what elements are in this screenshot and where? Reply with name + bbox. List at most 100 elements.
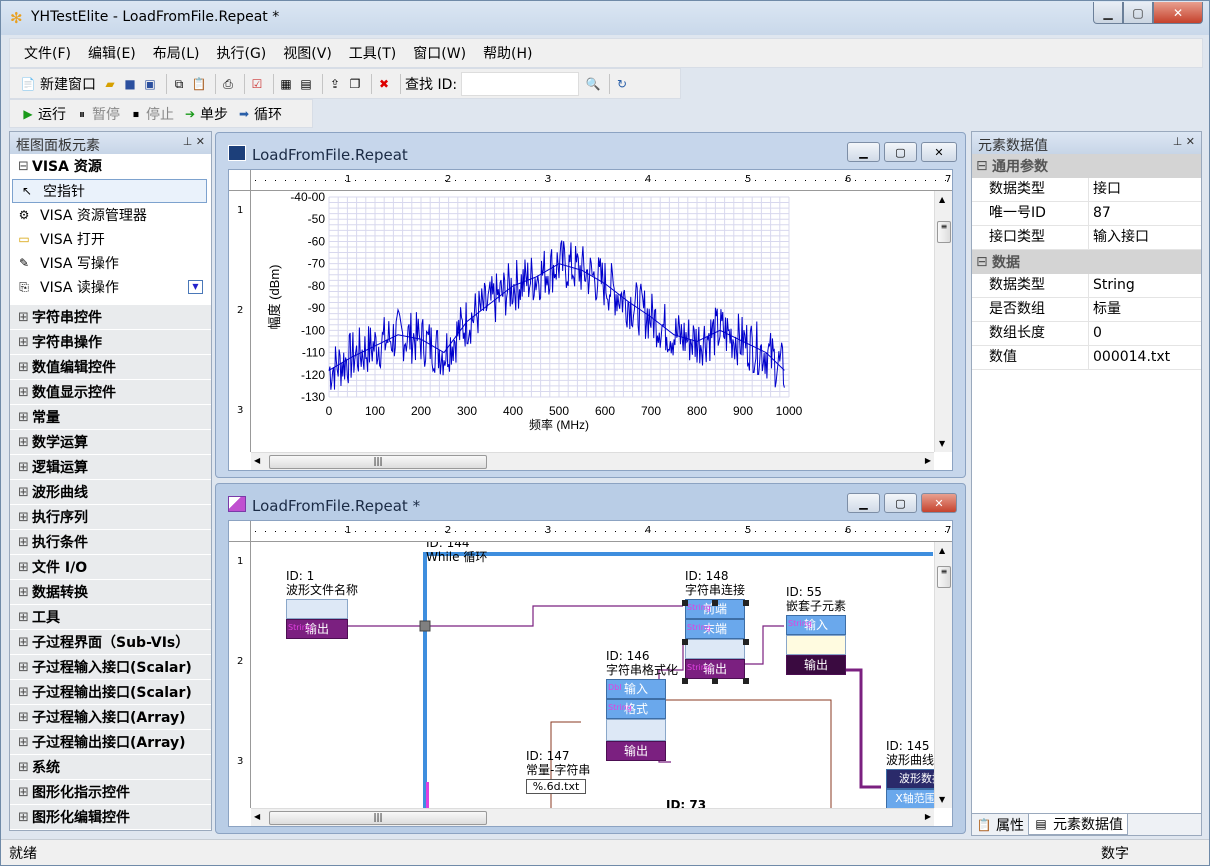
visa-item-write[interactable]: ✎ VISA 写操作 bbox=[10, 251, 211, 275]
expand-icon[interactable]: ⊞ bbox=[18, 310, 32, 325]
category-item[interactable]: ⊞ 图形化编辑控件 bbox=[10, 805, 211, 830]
scroll-thumb[interactable]: ||| bbox=[269, 455, 487, 469]
category-visa[interactable]: ⊟ VISA 资源 bbox=[10, 154, 211, 179]
run-button[interactable]: 运行 bbox=[38, 104, 66, 124]
stop-button[interactable]: 停止 bbox=[146, 104, 174, 124]
end-port[interactable]: String 末端 bbox=[685, 619, 745, 639]
category-item[interactable]: ⊞ 数据转换 bbox=[10, 580, 211, 605]
output-port[interactable]: String 输出 bbox=[685, 659, 745, 679]
property-section[interactable]: ⊟ 数据 bbox=[972, 250, 1201, 274]
expand-icon[interactable]: ⊞ bbox=[18, 560, 32, 575]
expand-icon[interactable]: ⊞ bbox=[18, 735, 32, 750]
input-port[interactable]: String 输入 bbox=[786, 615, 846, 635]
category-item[interactable]: ⊞ 子过程输入接口(Array) bbox=[10, 705, 211, 730]
property-value[interactable]: String bbox=[1089, 274, 1201, 297]
horizontal-scrollbar[interactable]: ◀ ||| ▶ bbox=[251, 452, 934, 470]
run-icon[interactable]: ▶ bbox=[20, 106, 36, 122]
property-value[interactable]: 000014.txt bbox=[1089, 346, 1201, 369]
scroll-thumb[interactable]: ≡ bbox=[937, 221, 951, 243]
property-row[interactable]: 是否数组 标量 bbox=[972, 298, 1201, 322]
expand-icon[interactable]: ⊞ bbox=[18, 710, 32, 725]
property-row[interactable]: 唯一号ID 87 bbox=[972, 202, 1201, 226]
visa-item-open[interactable]: ▭ VISA 打开 bbox=[10, 227, 211, 251]
grid-icon[interactable]: ▦ bbox=[278, 76, 294, 92]
scroll-down-icon[interactable]: ▼ bbox=[939, 795, 945, 804]
maximize-button[interactable]: ▢ bbox=[884, 493, 917, 513]
front-port[interactable]: String 前端 bbox=[685, 599, 745, 619]
menu-file[interactable]: 文件(F) bbox=[24, 43, 71, 63]
expand-icon[interactable]: ⊞ bbox=[18, 610, 32, 625]
horizontal-scrollbar[interactable]: ◀ ||| ▶ bbox=[251, 808, 934, 826]
collapse-icon[interactable]: ⊟ bbox=[18, 159, 32, 174]
expand-icon[interactable]: ⊞ bbox=[18, 335, 32, 350]
property-row[interactable]: 接口类型 输入接口 bbox=[972, 226, 1201, 250]
menu-view[interactable]: 视图(V) bbox=[283, 43, 332, 63]
property-row[interactable]: 数据类型 接口 bbox=[972, 178, 1201, 202]
node-nested-child[interactable]: ID: 55 嵌套子元素 String 输入 输出 bbox=[786, 585, 846, 675]
expand-icon[interactable]: ⊞ bbox=[18, 360, 32, 375]
vertical-scrollbar[interactable]: ▲ ≡ ▼ bbox=[934, 542, 952, 808]
new-document-icon[interactable]: 📄 bbox=[20, 76, 36, 92]
category-item[interactable]: ⊞ 逻辑运算 bbox=[10, 455, 211, 480]
copy-icon[interactable]: ⧉ bbox=[171, 76, 187, 92]
scroll-up-icon[interactable]: ▲ bbox=[939, 195, 945, 204]
vertical-scrollbar[interactable]: ▲ ≡ ▼ bbox=[934, 191, 952, 452]
scroll-thumb[interactable]: ||| bbox=[269, 811, 487, 825]
output-port[interactable]: String 输出 bbox=[286, 619, 348, 639]
expand-icon[interactable]: ⊞ bbox=[18, 585, 32, 600]
expand-icon[interactable]: ⊞ bbox=[18, 535, 32, 550]
checklist-icon[interactable]: ☑ bbox=[249, 76, 265, 92]
category-item[interactable]: ⊞ 执行序列 bbox=[10, 505, 211, 530]
save-icon[interactable]: ■ bbox=[122, 76, 138, 92]
category-item[interactable]: ⊞ 字符串操作 bbox=[10, 330, 211, 355]
collapse-icon[interactable]: ⊟ bbox=[976, 158, 992, 174]
visa-item-read[interactable]: ⎘ VISA 读操作 ▼ bbox=[10, 275, 211, 299]
expand-icon[interactable]: ⊞ bbox=[18, 385, 32, 400]
format-port[interactable]: String 格式 bbox=[606, 699, 666, 719]
expand-icon[interactable]: ⊞ bbox=[18, 410, 32, 425]
maximize-button[interactable]: ▢ bbox=[884, 142, 917, 162]
tab-properties[interactable]: 📋 属性 bbox=[972, 814, 1028, 835]
minimize-button[interactable]: ▁ bbox=[847, 493, 880, 513]
find-id-input[interactable] bbox=[461, 71, 580, 96]
waveform-data-port[interactable]: 波形数据 bbox=[886, 769, 934, 789]
category-item[interactable]: ⊞ 数值编辑控件 bbox=[10, 355, 211, 380]
property-value[interactable]: 接口 bbox=[1089, 178, 1201, 201]
category-item[interactable]: ⊞ 子过程输出接口(Array) bbox=[10, 730, 211, 755]
menu-edit[interactable]: 编辑(E) bbox=[88, 43, 136, 63]
node-string-concat[interactable]: ID: 148 字符串连接 String 前端 String 末端 String 输出 bbox=[685, 569, 745, 679]
loop-button[interactable]: 循环 bbox=[254, 104, 282, 124]
collapse-icon[interactable]: ⊟ bbox=[976, 254, 992, 270]
paste-icon[interactable]: 📋 bbox=[191, 76, 207, 92]
expand-icon[interactable]: ⊞ bbox=[18, 485, 32, 500]
category-item[interactable]: ⊞ 波形曲线 bbox=[10, 480, 211, 505]
category-item[interactable]: ⊞ 子过程输入接口(Scalar) bbox=[10, 655, 211, 680]
print-icon[interactable]: ⎙ bbox=[220, 76, 236, 92]
category-item[interactable]: ⊞ 数值显示控件 bbox=[10, 380, 211, 405]
minimize-button[interactable]: ▁ bbox=[847, 142, 880, 162]
category-item[interactable]: ⊞ 数学运算 bbox=[10, 430, 211, 455]
close-button[interactable]: ✕ bbox=[921, 142, 957, 162]
pin-icon[interactable]: ⊥ ✕ bbox=[1173, 135, 1195, 148]
loop-icon[interactable]: ➡ bbox=[236, 106, 252, 122]
scroll-right-icon[interactable]: ▶ bbox=[925, 812, 931, 821]
close-button[interactable]: ✕ bbox=[921, 493, 957, 513]
minimize-button[interactable]: ▁ bbox=[1093, 2, 1123, 24]
expand-icon[interactable]: ⊞ bbox=[18, 685, 32, 700]
scroll-down-icon[interactable]: ▼ bbox=[188, 280, 203, 294]
category-item[interactable]: ⊞ 常量 bbox=[10, 405, 211, 430]
category-item[interactable]: ⊞ 子过程界面（Sub-VIs） bbox=[10, 630, 211, 655]
category-item[interactable]: ⊞ 子过程输出接口(Scalar) bbox=[10, 680, 211, 705]
save-all-icon[interactable]: ▣ bbox=[142, 76, 158, 92]
pin-icon[interactable]: ⊥ ✕ bbox=[183, 135, 205, 148]
property-value[interactable]: 0 bbox=[1089, 322, 1201, 345]
new-window-button[interactable]: 新建窗口 bbox=[40, 74, 96, 94]
property-row[interactable]: 数据类型 String bbox=[972, 274, 1201, 298]
delete-icon[interactable]: ✖ bbox=[376, 76, 392, 92]
node-waveform-curve[interactable]: ID: 145 波形曲线 波形数据 X轴范围起 bbox=[886, 739, 934, 808]
node-string-constant[interactable]: ID: 147 常量-字符串 %.6d.txt bbox=[526, 749, 596, 794]
open-folder-icon[interactable]: ▰ bbox=[102, 76, 118, 92]
menu-help[interactable]: 帮助(H) bbox=[483, 43, 532, 63]
expand-icon[interactable]: ⊞ bbox=[18, 435, 32, 450]
node-waveform-filename[interactable]: ID: 1 波形文件名称 String 输出 bbox=[286, 569, 358, 639]
